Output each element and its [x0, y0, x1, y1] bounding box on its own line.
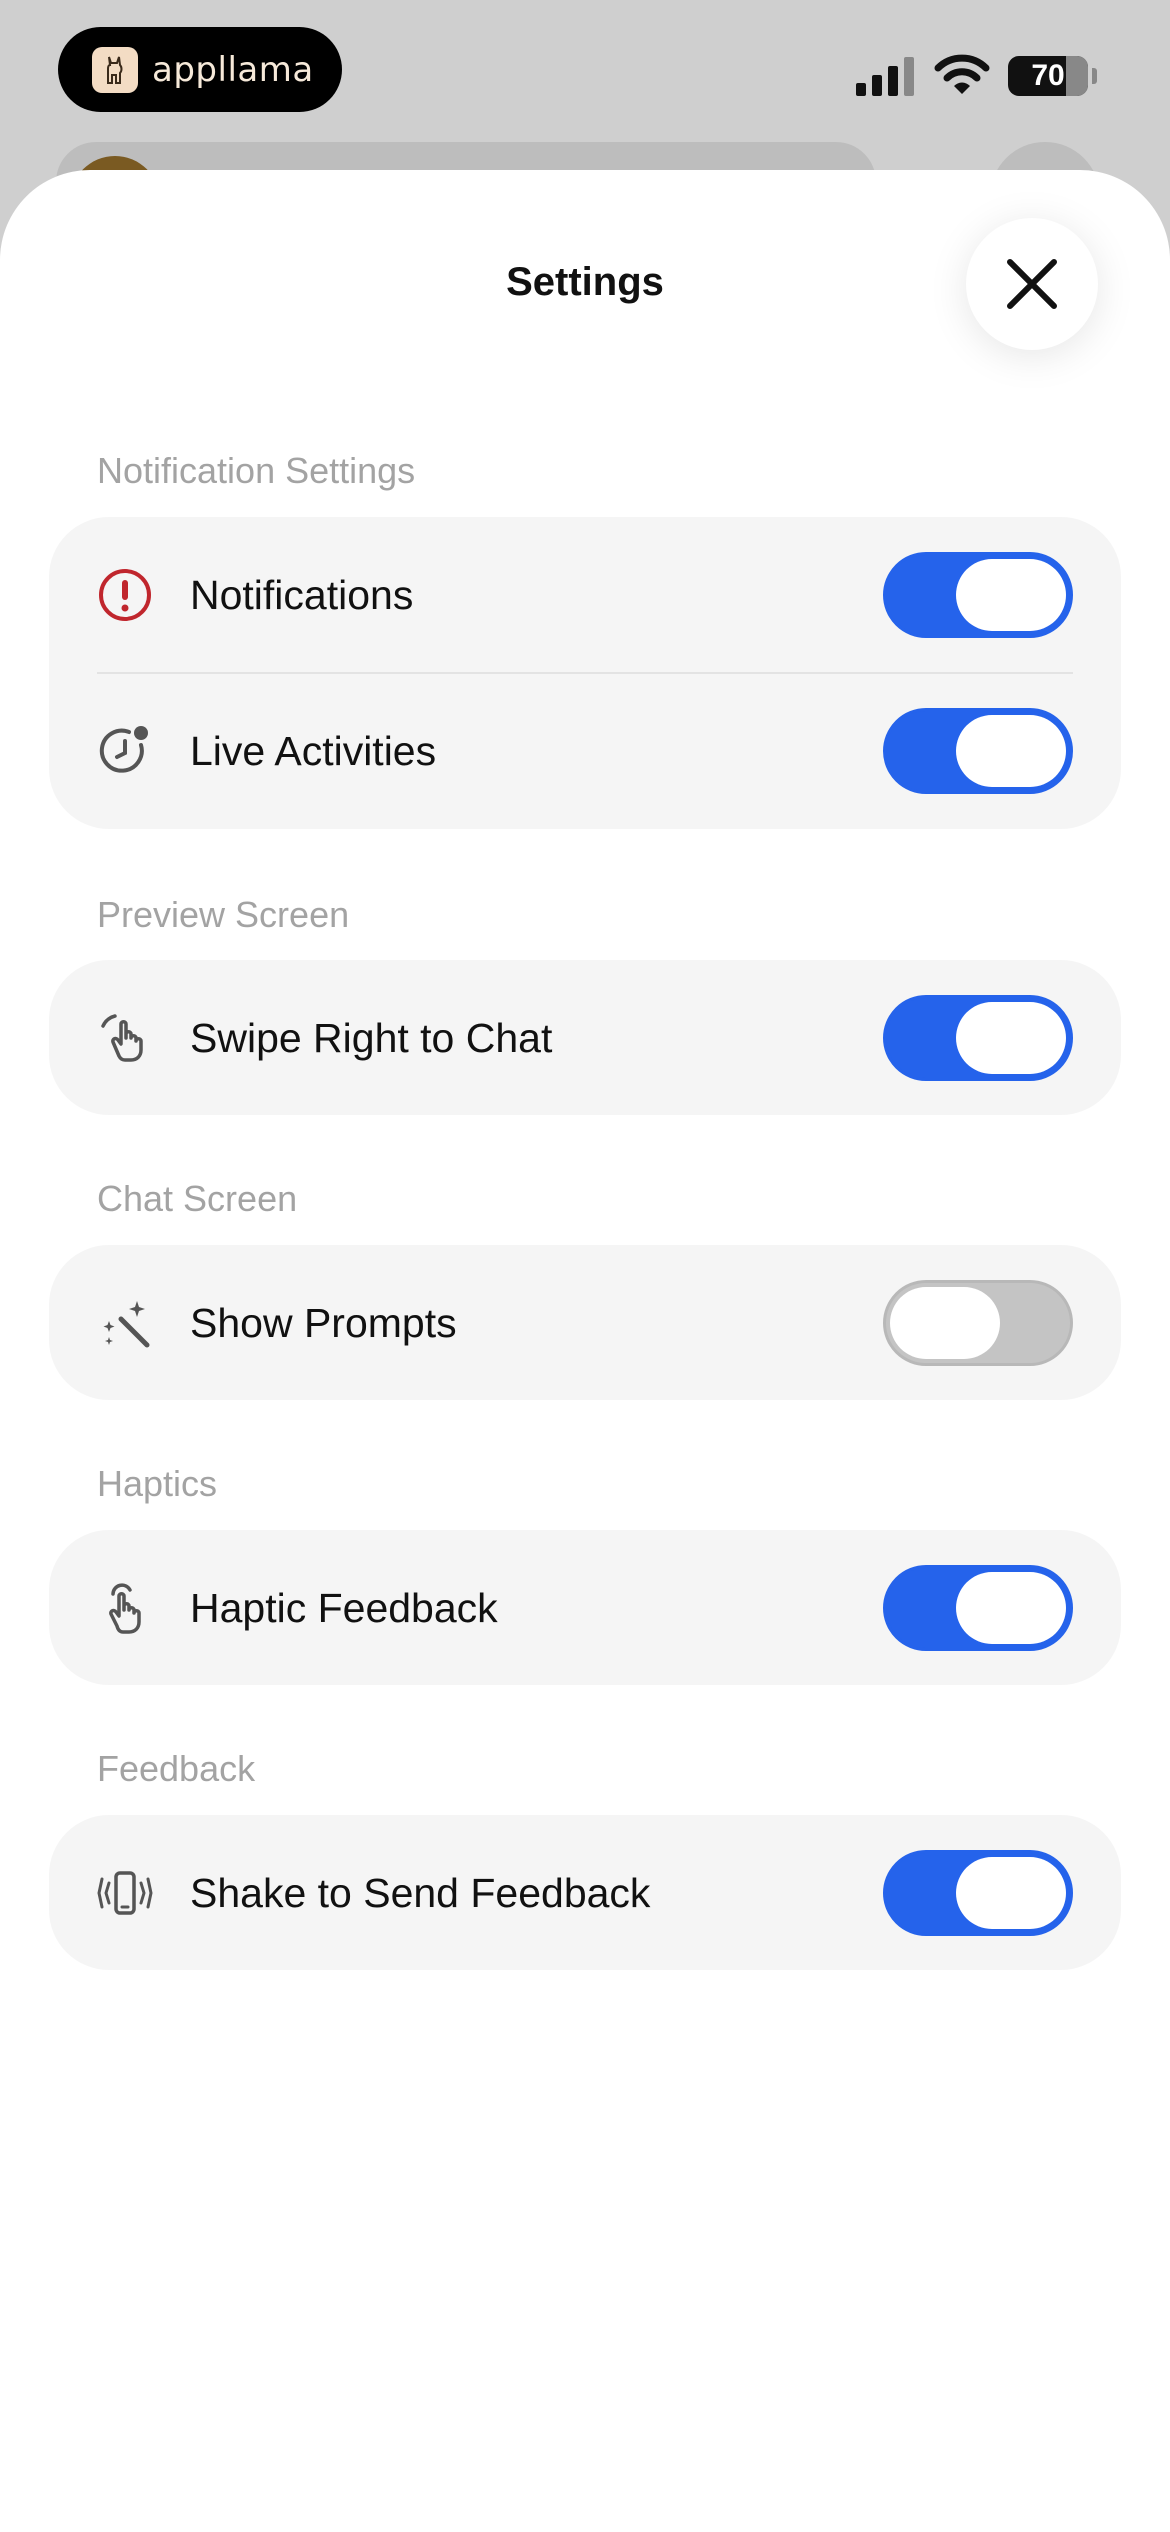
section-header-feedback: Feedback: [97, 1748, 256, 1789]
section-header-haptics: Haptics: [97, 1463, 218, 1504]
row-haptic-feedback[interactable]: Haptic Feedback: [49, 1530, 1121, 1686]
section-header-chat-screen: Chat Screen: [97, 1178, 298, 1219]
battery-nub: [1092, 68, 1097, 84]
app-name: appllama: [152, 49, 314, 90]
group-haptics: Haptic Feedback: [49, 1530, 1121, 1685]
settings-screen: appllama 70 Settings Notification Settin…: [0, 0, 1170, 2532]
tap-hand-icon: [97, 1580, 153, 1636]
notifications-toggle[interactable]: [883, 552, 1073, 638]
phone-shake-icon: [97, 1865, 153, 1921]
close-button[interactable]: [966, 218, 1098, 350]
row-label: Swipe Right to Chat: [190, 1014, 553, 1061]
group-chat-screen: Show Prompts: [49, 1245, 1121, 1400]
close-icon: [1007, 259, 1057, 309]
wifi-icon: [934, 54, 990, 94]
row-label: Live Activities: [190, 727, 437, 774]
row-label: Show Prompts: [190, 1299, 457, 1346]
row-label: Haptic Feedback: [190, 1584, 498, 1631]
swipe-hand-icon: [97, 1010, 153, 1066]
live-activities-toggle[interactable]: [883, 708, 1073, 794]
row-notifications[interactable]: Notifications: [49, 517, 1121, 673]
battery-indicator: 70: [1008, 56, 1088, 96]
group-feedback: Shake to Send Feedback: [49, 1815, 1121, 1970]
row-label: Notifications: [190, 571, 414, 618]
alert-circle-icon: [97, 567, 153, 623]
group-notification-settings: Notifications Live Activities: [49, 517, 1121, 829]
group-preview-screen: Swipe Right to Chat: [49, 960, 1121, 1115]
llama-logo-icon: [92, 46, 138, 93]
app-badge[interactable]: appllama: [58, 27, 342, 112]
haptic-feedback-toggle[interactable]: [883, 1565, 1073, 1651]
row-shake-to-send-feedback[interactable]: Shake to Send Feedback: [49, 1815, 1121, 1971]
cellular-signal-icon: [856, 57, 914, 96]
row-live-activities[interactable]: Live Activities: [49, 673, 1121, 829]
swipe-right-toggle[interactable]: [883, 995, 1073, 1081]
battery-level: 70: [1031, 59, 1065, 92]
show-prompts-toggle[interactable]: [883, 1280, 1073, 1366]
live-activity-icon: [97, 723, 153, 779]
status-bar: appllama 70: [0, 0, 1170, 150]
section-header-notification-settings: Notification Settings: [97, 450, 416, 491]
shake-feedback-toggle[interactable]: [883, 1850, 1073, 1936]
row-label: Shake to Send Feedback: [190, 1869, 651, 1916]
section-header-preview-screen: Preview Screen: [97, 894, 350, 935]
magic-wand-icon: [97, 1295, 153, 1351]
row-show-prompts[interactable]: Show Prompts: [49, 1245, 1121, 1401]
row-swipe-right-to-chat[interactable]: Swipe Right to Chat: [49, 960, 1121, 1116]
